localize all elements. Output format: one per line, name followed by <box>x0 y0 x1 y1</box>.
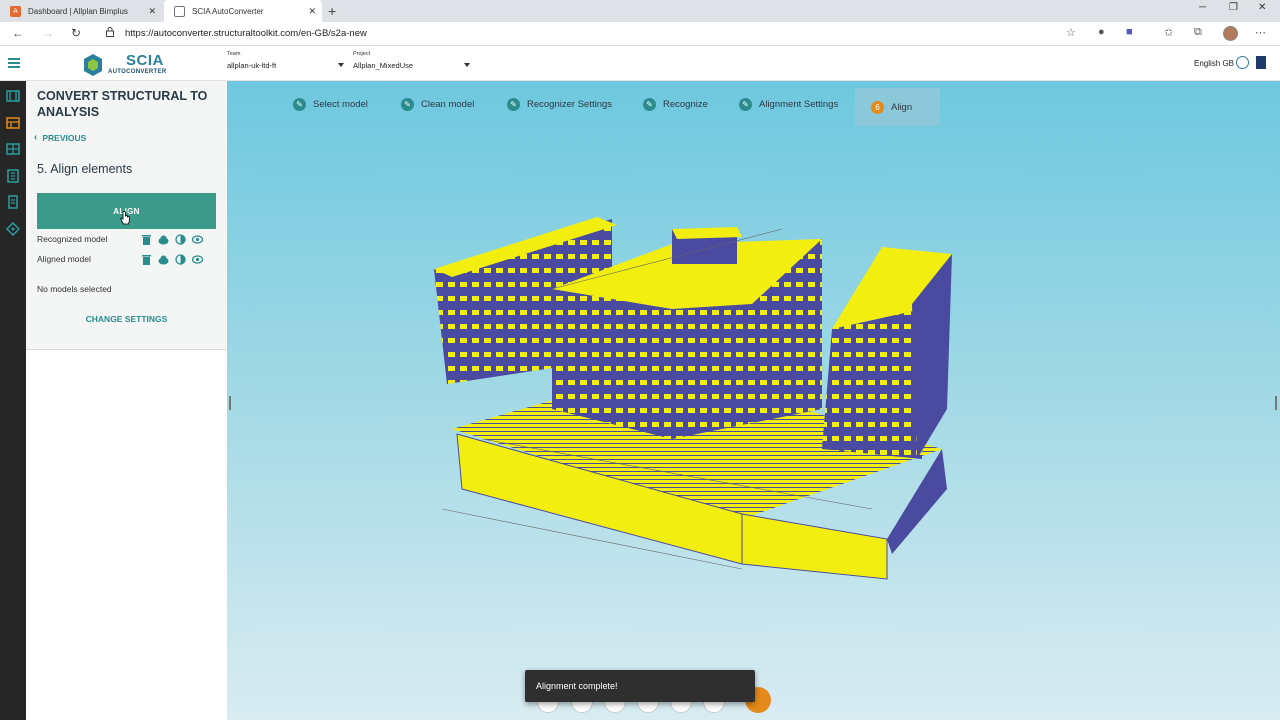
model-viewport[interactable]: ✎ Select model ✎ Clean model ✎ Recognize… <box>227 81 1280 720</box>
step-select-model[interactable]: ✎ Select model <box>293 97 368 111</box>
network-tool-icon[interactable] <box>6 222 20 236</box>
hand-cursor-icon <box>120 211 130 225</box>
panel-title: CONVERT STRUCTURAL TO ANALYSIS <box>37 89 208 119</box>
tab-bimplus[interactable]: A Dashboard | Allplan Bimplus ✕ <box>0 0 162 22</box>
scia-logo-icon <box>84 54 102 76</box>
building-tool-icon[interactable] <box>6 169 20 183</box>
step-label: Select model <box>313 98 368 110</box>
change-settings-link[interactable]: CHANGE SETTINGS <box>26 314 227 324</box>
teams-icon[interactable]: ■ <box>1126 26 1133 38</box>
document-tool-icon[interactable] <box>6 195 20 209</box>
autoconverter-tool-icon[interactable] <box>6 116 20 130</box>
collections-icon[interactable]: ⧉ <box>1194 26 1202 39</box>
close-tab-icon[interactable]: ✕ <box>308 6 316 17</box>
tab-title: SCIA AutoConverter <box>192 6 264 16</box>
upload-cloud-icon[interactable] <box>158 254 169 265</box>
previous-link[interactable]: ‹ PREVIOUS <box>34 132 86 143</box>
delete-icon[interactable] <box>141 254 152 265</box>
model-label: Aligned model <box>37 254 91 264</box>
new-tab-icon[interactable]: + <box>328 3 336 19</box>
delete-icon[interactable] <box>141 234 152 245</box>
stepper: ✎ Select model ✎ Clean model ✎ Recognize… <box>227 88 1280 128</box>
hamburger-menu-icon[interactable] <box>8 58 20 68</box>
previous-label: PREVIOUS <box>42 132 87 143</box>
step-align[interactable]: 6 Align <box>855 88 941 126</box>
extension-icon[interactable]: ● <box>1098 26 1105 38</box>
toast-notification: Alignment complete! <box>525 670 755 702</box>
left-rail <box>0 81 26 720</box>
app-header: SCIA AUTOCONVERTER Team allplan-uk-ltd-f… <box>0 47 1280 81</box>
step-label: Alignment Settings <box>759 98 839 110</box>
team-label: Team <box>227 51 241 57</box>
pencil-icon: ✎ <box>293 97 306 111</box>
model-row-recognized: Recognized model <box>37 233 222 247</box>
pencil-icon: ✎ <box>739 97 752 111</box>
step-label: Clean model <box>421 98 475 110</box>
pencil-icon: ✎ <box>507 97 520 111</box>
step-number: 6 <box>871 100 884 114</box>
forward-icon[interactable]: → <box>42 26 54 40</box>
step-title: 5. Align elements <box>37 162 133 176</box>
profile-avatar[interactable] <box>1223 26 1238 41</box>
structure-tool-icon[interactable] <box>6 89 20 103</box>
resize-handle-left[interactable] <box>229 396 231 410</box>
side-panel: CONVERT STRUCTURAL TO ANALYSIS ‹ PREVIOU… <box>26 81 227 720</box>
model-label: Recognized model <box>37 234 108 244</box>
logout-icon[interactable] <box>1256 56 1266 69</box>
browser-tab-bar: A Dashboard | Allplan Bimplus ✕ SCIA Aut… <box>0 0 1280 22</box>
pencil-icon: ✎ <box>401 97 414 111</box>
allplan-favicon-icon: A <box>10 5 21 17</box>
contrast-icon[interactable] <box>175 234 186 245</box>
more-menu-icon[interactable]: ⋯ <box>1255 26 1266 39</box>
step-alignment-settings[interactable]: ✎ Alignment Settings <box>739 97 838 111</box>
eye-icon[interactable] <box>192 254 203 265</box>
project-dropdown-icon[interactable] <box>464 63 470 67</box>
pencil-icon: ✎ <box>643 97 656 111</box>
address-bar: ← → ↻ https://autoconverter.structuralto… <box>0 22 1280 46</box>
step-label: Recognizer Settings <box>527 98 613 110</box>
upload-cloud-icon[interactable] <box>158 234 169 245</box>
eye-icon[interactable] <box>192 234 203 245</box>
no-models-text: No models selected <box>37 284 112 294</box>
url-field[interactable]: https://autoconverter.structuraltoolkit.… <box>125 28 367 39</box>
chevron-left-icon: ‹ <box>34 132 38 143</box>
step-label: Align <box>891 101 913 113</box>
page-favicon-icon <box>174 5 185 17</box>
step-recognizer-settings[interactable]: ✎ Recognizer Settings <box>507 97 612 111</box>
minimize-icon[interactable]: ─ <box>1199 2 1206 13</box>
reload-icon[interactable]: ↻ <box>71 26 81 40</box>
scia-logo[interactable]: SCIA AUTOCONVERTER <box>82 52 172 78</box>
logo-subtext: AUTOCONVERTER <box>108 69 167 75</box>
tab-autoconverter[interactable]: SCIA AutoConverter ✕ <box>164 0 322 22</box>
lock-icon <box>106 27 114 37</box>
step-label: Recognize <box>663 98 708 110</box>
language-selector[interactable]: English GB <box>1194 59 1234 68</box>
step-clean-model[interactable]: ✎ Clean model <box>401 97 474 111</box>
project-label: Project <box>353 51 371 57</box>
frame-tool-icon[interactable] <box>6 142 20 156</box>
project-select[interactable]: Allplan_MixedUse <box>353 61 413 70</box>
restore-icon[interactable]: ❐ <box>1229 2 1238 13</box>
favorites-icon[interactable]: ✩ <box>1164 26 1173 39</box>
model-row-aligned: Aligned model <box>37 253 222 267</box>
building-model-render <box>434 217 952 580</box>
logo-text: SCIA <box>126 52 164 69</box>
close-window-icon[interactable]: ✕ <box>1258 2 1266 13</box>
globe-icon[interactable] <box>1236 56 1249 69</box>
team-dropdown-icon[interactable] <box>338 63 344 67</box>
favorite-star-icon[interactable]: ☆ <box>1066 26 1076 39</box>
resize-handle-right[interactable] <box>1275 396 1277 410</box>
step-recognize[interactable]: ✎ Recognize <box>643 97 708 111</box>
tab-title: Dashboard | Allplan Bimplus <box>28 6 128 16</box>
toast-message: Alignment complete! <box>536 681 618 691</box>
contrast-icon[interactable] <box>175 254 186 265</box>
team-select[interactable]: allplan-uk-ltd-ft <box>227 61 276 70</box>
back-icon[interactable]: ← <box>12 26 24 40</box>
close-tab-icon[interactable]: ✕ <box>148 6 156 17</box>
